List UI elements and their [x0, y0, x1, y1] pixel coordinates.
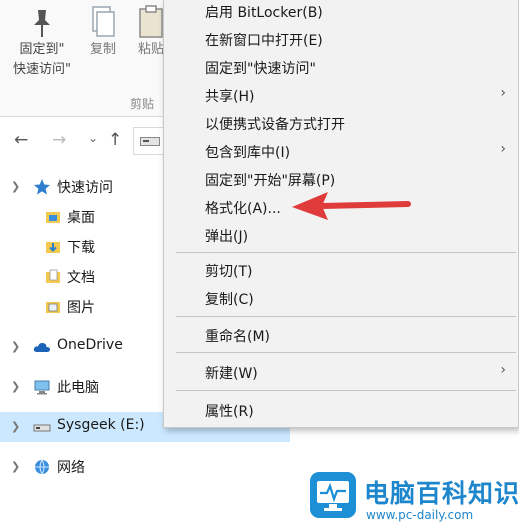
forward-button[interactable]: →	[52, 130, 66, 150]
menu-item-properties[interactable]: 属性(R)	[164, 397, 518, 425]
nav-item-label: 下载	[67, 240, 95, 256]
menu-item-label: 包含到库中(I)	[205, 145, 291, 161]
pictures-folder-icon	[46, 302, 60, 313]
menu-item-enable-bitlocker[interactable]: 启用 BitLocker(B)	[164, 0, 518, 26]
nav-item-label: 此电脑	[57, 380, 99, 396]
menu-item-label: 启用 BitLocker(B)	[205, 5, 323, 21]
menu-item-label: 格式化(A)...	[205, 201, 281, 217]
menu-item-label: 共享(H)	[205, 89, 255, 105]
menu-item-include-in-library[interactable]: 包含到库中(I) ›	[164, 138, 518, 166]
pin-icon	[34, 10, 50, 37]
menu-item-label: 新建(W)	[205, 366, 258, 382]
nav-item-label: 文档	[67, 270, 95, 286]
nav-item-label: 图片	[67, 300, 95, 316]
drive-icon	[140, 137, 160, 146]
cloud-icon	[33, 342, 51, 352]
watermark: 电脑百科知识 www.pc-daily.com	[296, 466, 519, 527]
menu-item-new[interactable]: 新建(W) ›	[164, 359, 518, 387]
nav-item-network[interactable]: ❯ 网络	[0, 452, 290, 482]
menu-item-label: 重命名(M)	[205, 329, 271, 345]
desktop-folder-icon	[46, 212, 60, 223]
menu-separator	[176, 352, 516, 353]
watermark-title: 电脑百科知识	[364, 479, 519, 508]
recent-locations-button[interactable]: ⌄	[88, 131, 98, 145]
copy-icon	[92, 6, 115, 37]
pin-label-line2: 快速访问"	[13, 62, 71, 77]
computer-icon	[34, 380, 50, 395]
submenu-arrow-icon: ›	[500, 362, 506, 378]
downloads-folder-icon	[46, 242, 60, 253]
menu-item-rename[interactable]: 重命名(M)	[164, 322, 518, 350]
menu-separator	[176, 316, 516, 317]
expand-chevron-icon[interactable]: ❯	[11, 380, 20, 393]
expand-chevron-icon[interactable]: ❯	[11, 340, 20, 353]
up-button[interactable]: ↑	[108, 130, 122, 150]
menu-item-eject[interactable]: 弹出(J)	[164, 222, 518, 250]
pin-to-quick-access-button[interactable]: 固定到" 快速访问"	[6, 0, 78, 80]
back-button[interactable]: ←	[14, 130, 28, 150]
collapse-chevron-icon[interactable]: ❯	[11, 180, 20, 193]
menu-item-share[interactable]: 共享(H) ›	[164, 82, 518, 110]
menu-item-pin-to-quick-access[interactable]: 固定到"快速访问"	[164, 54, 518, 82]
menu-item-label: 在新窗口中打开(E)	[205, 33, 323, 49]
expand-chevron-icon[interactable]: ❯	[11, 420, 20, 433]
monitor-logo-icon	[310, 472, 356, 518]
menu-item-label: 弹出(J)	[205, 229, 249, 245]
network-icon	[35, 459, 49, 475]
copy-button[interactable]: 复制	[86, 0, 120, 60]
pin-label-line1: 固定到"	[19, 42, 65, 57]
menu-item-label: 以便携式设备方式打开	[205, 117, 345, 133]
nav-item-label: 快速访问	[57, 180, 113, 196]
copy-label: 复制	[89, 42, 116, 57]
drive-icon	[33, 424, 51, 432]
menu-item-cut[interactable]: 剪切(T)	[164, 257, 518, 285]
menu-item-label: 固定到"快速访问"	[205, 61, 316, 77]
watermark-url: www.pc-daily.com	[366, 508, 474, 522]
menu-item-label: 剪切(T)	[205, 264, 253, 280]
annotation-arrow-icon	[292, 192, 411, 220]
nav-item-label: OneDrive	[57, 337, 123, 353]
documents-folder-icon	[46, 269, 60, 283]
menu-separator	[176, 252, 516, 253]
paste-icon	[139, 5, 163, 38]
submenu-arrow-icon: ›	[500, 85, 506, 101]
expand-chevron-icon[interactable]: ❯	[11, 460, 20, 473]
submenu-arrow-icon: ›	[500, 141, 506, 157]
menu-separator	[176, 390, 516, 391]
nav-item-label: 桌面	[67, 210, 95, 226]
menu-item-label: 属性(R)	[205, 404, 254, 420]
menu-item-label: 复制(C)	[205, 292, 254, 308]
nav-item-label: 网络	[57, 460, 85, 476]
menu-item-open-in-new-window[interactable]: 在新窗口中打开(E)	[164, 26, 518, 54]
nav-item-label: Sysgeek (E:)	[57, 417, 145, 433]
clipboard-group-label: 剪贴	[130, 97, 155, 111]
menu-item-open-as-portable-device[interactable]: 以便携式设备方式打开	[164, 110, 518, 138]
star-icon	[34, 179, 50, 195]
menu-item-copy[interactable]: 复制(C)	[164, 285, 518, 313]
